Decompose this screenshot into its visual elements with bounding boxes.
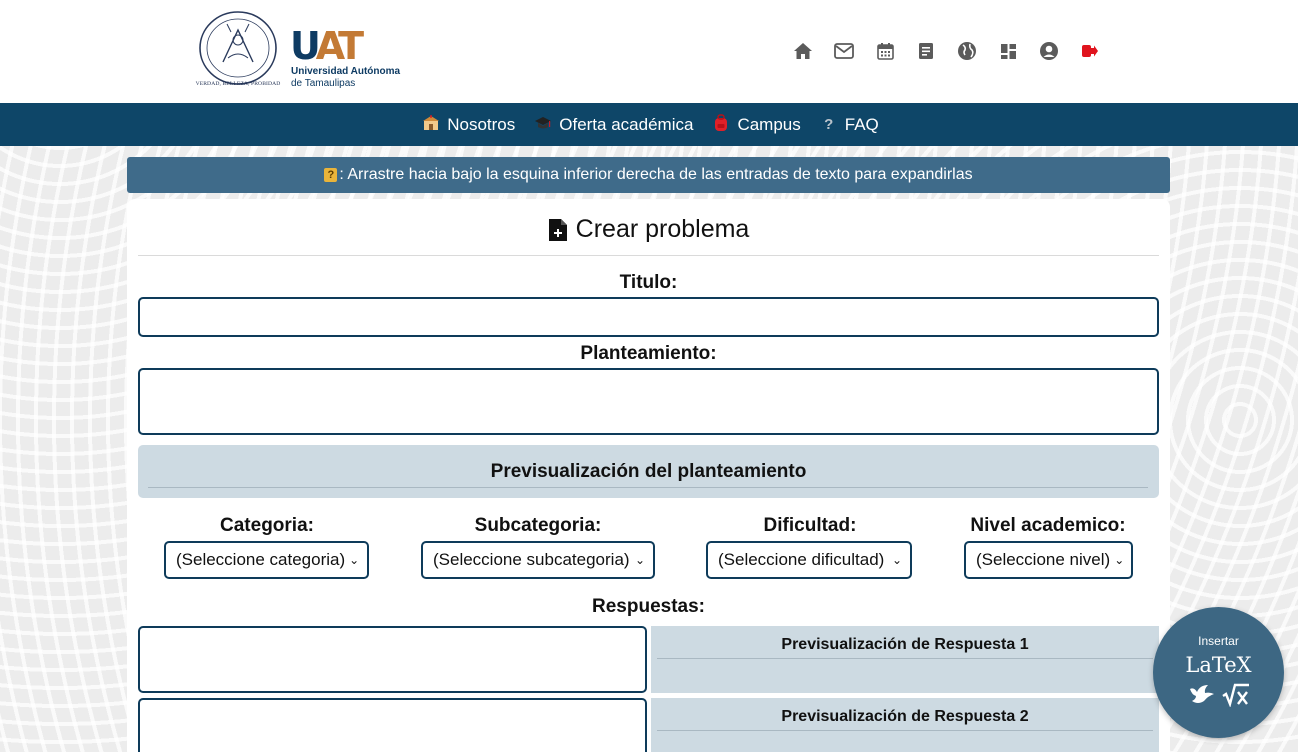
user-icon[interactable] [1038,40,1060,62]
preview-divider [148,487,1148,488]
insert-latex-label: Insertar [1198,634,1239,648]
respuesta-1-textarea[interactable] [138,626,647,693]
page-title: Crear problema [127,215,1170,244]
logout-icon[interactable] [1079,40,1101,62]
planteamiento-label: Planteamiento: [580,343,717,364]
subcategoria-select-value: (Seleccione subcategoria) [433,550,630,569]
university-name-line1: Universidad Autónoma [291,66,401,77]
dificultad-select[interactable]: (Seleccione dificultad) ⌄ [706,541,912,579]
calendar-icon[interactable] [874,40,896,62]
respuesta-2-preview: Previsualización de Respuesta 2 [651,698,1159,752]
nav-item-campus[interactable]: Campus [711,113,801,136]
nav-item-label: Campus [737,114,801,134]
create-problem-card: Crear problema Titulo: Planteamiento: Pr… [127,199,1170,752]
main-nav: Nosotros Oferta académica Campus ? FAQ [0,103,1298,146]
respuesta-1-preview: Previsualización de Respuesta 1 [651,626,1159,693]
home-icon[interactable] [792,40,814,62]
sqrt-x-icon [1221,683,1249,707]
backpack-icon [711,113,731,136]
university-name-line2: de Tamaulipas [291,78,356,89]
nivel-academico-select-value: (Seleccione nivel) [976,550,1111,569]
document-icon[interactable] [915,40,937,62]
respuesta-2-preview-title: Previsualización de Respuesta 2 [781,708,1029,725]
uat-logo-u: U [290,24,320,68]
dificultad-select-value: (Seleccione dificultad) [718,550,885,569]
bird-icon [1189,685,1214,703]
planteamiento-preview: Previsualización del planteamiento [138,445,1159,498]
planteamiento-textarea[interactable] [138,368,1159,435]
question-icon: ? [824,116,834,133]
info-text: : Arrastre hacia bajo la esquina inferio… [339,166,973,183]
latex-icons [1153,683,1284,707]
nav-item-label: Nosotros [447,114,516,134]
nav-item-faq[interactable]: ? FAQ [819,115,879,135]
categoria-select[interactable]: (Seleccione categoria) ⌄ [164,541,369,579]
respuesta-1-preview-title: Previsualización de Respuesta 1 [781,636,1029,653]
dificultad-label: Dificultad: [763,515,857,536]
top-icon-bar [792,40,1101,62]
info-banner: ? : Arrastre hacia bajo la esquina infer… [127,157,1170,193]
file-plus-icon [548,218,567,241]
chevron-down-icon: ⌄ [891,553,902,567]
nivel-academico-select[interactable]: (Seleccione nivel) ⌄ [964,541,1133,579]
page-title-text: Crear problema [575,215,750,243]
seal-motto: VERDAD, BELLEZA, PROBIDAD [195,81,281,87]
respuestas-label: Respuestas: [592,596,705,617]
nav-item-label: FAQ [844,114,879,134]
titulo-input[interactable] [138,297,1159,337]
globe-icon[interactable] [956,40,978,62]
respuesta-2-textarea[interactable] [138,698,647,752]
nav-item-oferta-academica[interactable]: Oferta académica [533,115,693,135]
header: VERDAD, BELLEZA, PROBIDAD UAT Universida… [0,0,1298,103]
uat-logo-at: AT [315,24,364,68]
titulo-label: Titulo: [619,272,678,293]
chevron-down-icon: ⌄ [349,553,360,567]
question-badge-icon: ? [324,168,338,182]
dashboard-icon[interactable] [997,40,1019,62]
subcategoria-select[interactable]: (Seleccione subcategoria) ⌄ [421,541,655,579]
preview-divider [657,730,1153,731]
school-icon [421,114,441,135]
uat-logo: UAT [290,27,370,65]
title-divider [138,255,1159,256]
subcategoria-label: Subcategoria: [474,515,602,536]
chevron-down-icon: ⌄ [634,553,645,567]
planteamiento-preview-title: Previsualización del planteamiento [490,461,807,482]
nivel-academico-label: Nivel academico: [970,515,1126,536]
preview-divider [657,658,1153,659]
categoria-select-value: (Seleccione categoria) [176,550,346,569]
chevron-down-icon: ⌄ [1114,553,1125,567]
insert-latex-button[interactable]: Insertar LaTeX [1153,607,1284,738]
nav-item-label: Oferta académica [559,114,694,134]
latex-title: LaTeX [1185,653,1252,677]
nav-item-nosotros[interactable]: Nosotros [421,114,516,135]
university-seal-logo [199,11,277,85]
graduation-cap-icon [533,116,553,134]
categoria-label: Categoria: [220,515,314,536]
mail-icon[interactable] [833,40,855,62]
